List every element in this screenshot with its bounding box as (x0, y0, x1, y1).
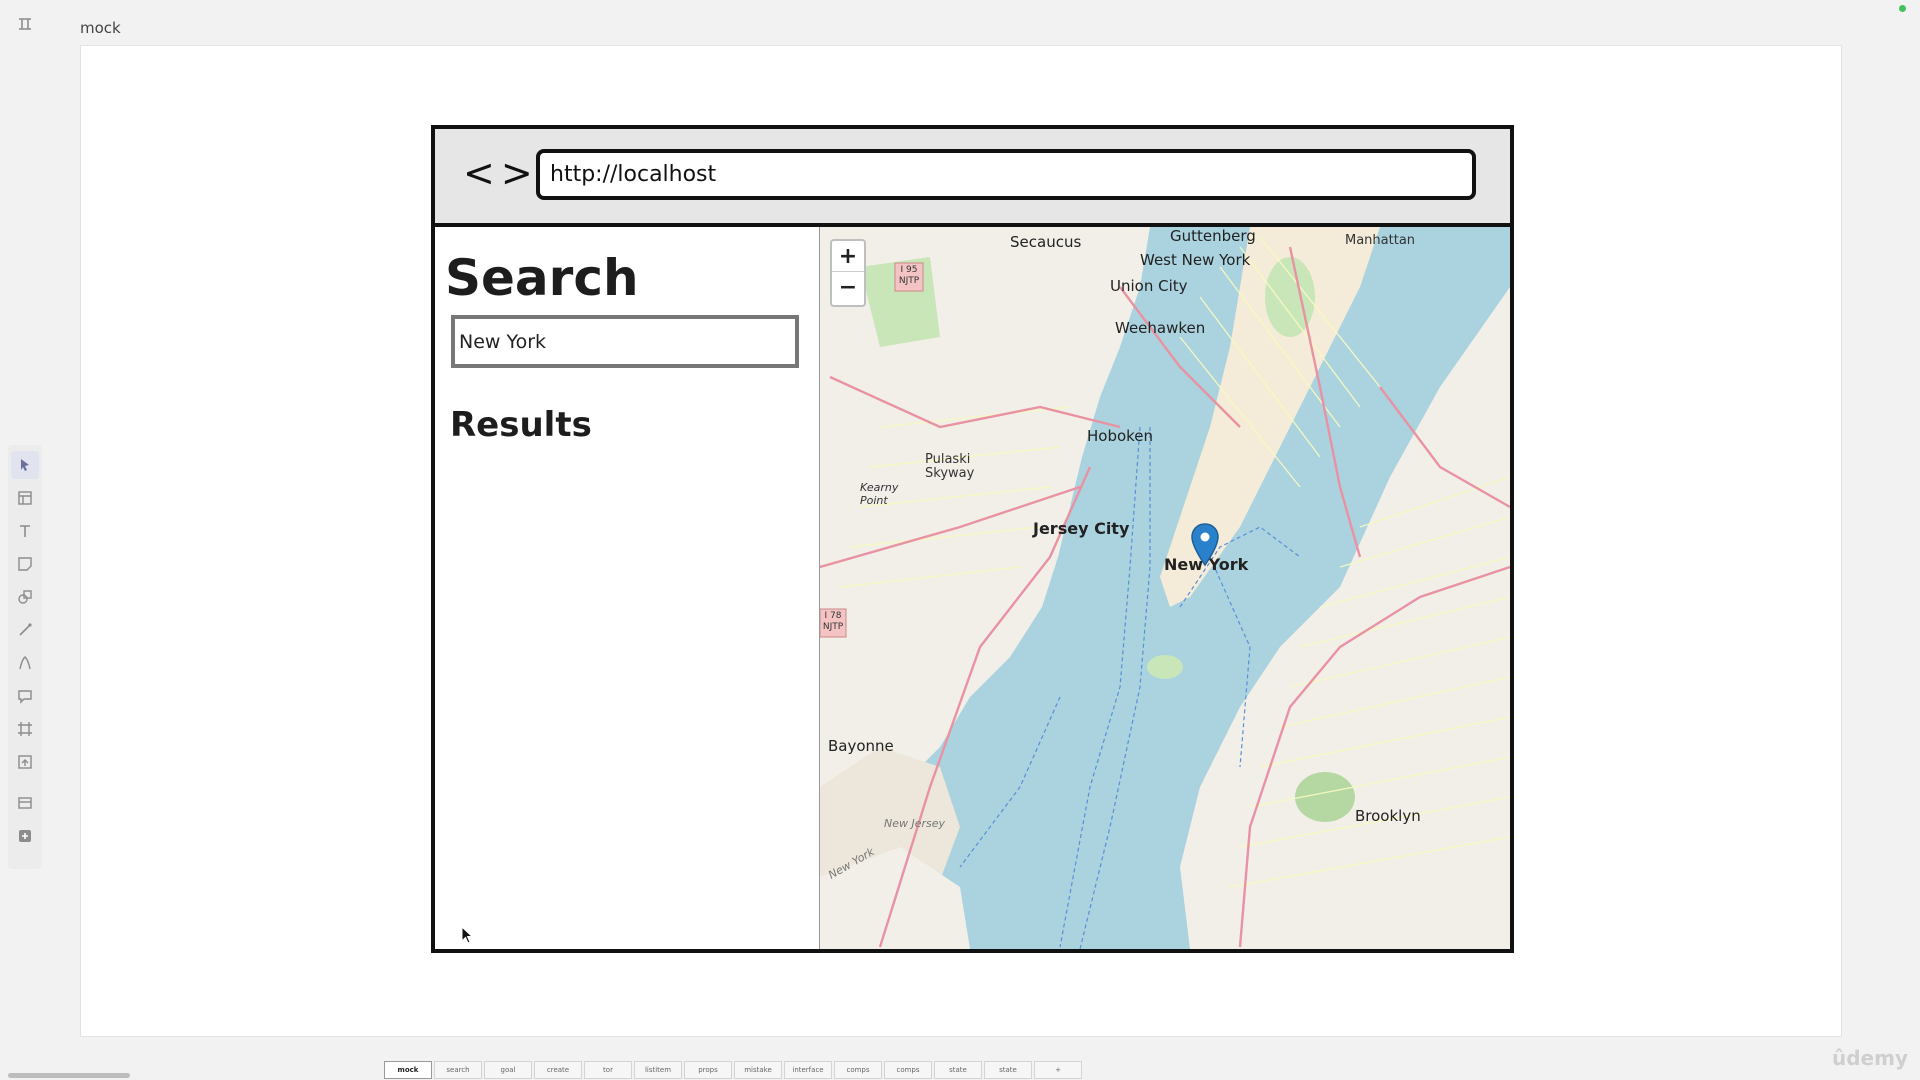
map-label-guttenberg: Guttenberg (1170, 227, 1256, 245)
map-label-pulaski-skyway: Pulaski Skyway (925, 452, 975, 481)
map-label-manhattan: Manhattan (1345, 233, 1416, 248)
browser-address-bar: <> http://localhost (435, 129, 1510, 227)
page-tab-comps-1[interactable]: comps (834, 1061, 882, 1079)
connector-tool-icon[interactable] (11, 616, 39, 644)
text-tool-icon[interactable] (11, 517, 39, 545)
add-tool-icon[interactable] (11, 822, 39, 850)
search-input[interactable] (451, 315, 799, 368)
left-toolbar (8, 445, 42, 869)
status-indicator (1899, 5, 1906, 12)
map-label-weehawken: Weehawken (1115, 319, 1206, 337)
sticky-note-tool-icon[interactable] (11, 550, 39, 578)
map-label-jersey-city: Jersey City (1033, 519, 1130, 538)
page-tab-listitem[interactable]: listitem (634, 1061, 682, 1079)
page-tabs: mock search goal create tor listitem pro… (384, 1061, 1082, 1079)
comment-tool-icon[interactable] (11, 682, 39, 710)
mouse-cursor-icon (461, 926, 474, 944)
map-label-union-city: Union City (1110, 277, 1188, 295)
forward-icon[interactable]: > (501, 151, 539, 195)
page-tab-mistake[interactable]: mistake (734, 1061, 782, 1079)
page-tab-goal[interactable]: goal (484, 1061, 532, 1079)
location-marker-icon[interactable] (1190, 523, 1220, 567)
zoom-in-button[interactable]: + (832, 241, 864, 271)
page-tab-props[interactable]: props (684, 1061, 732, 1079)
frame-label[interactable]: mock (80, 19, 121, 37)
page-tab-create[interactable]: create (534, 1061, 582, 1079)
highway-shield-i95: I 95 NJTP (898, 265, 920, 286)
zoom-control: + − (830, 239, 866, 307)
upload-tool-icon[interactable] (11, 748, 39, 776)
map-label-secaucus: Secaucus (1010, 233, 1082, 251)
nav-arrows: <> (463, 151, 539, 195)
back-icon[interactable]: < (463, 151, 501, 195)
map-label-brooklyn: Brooklyn (1355, 807, 1421, 825)
map-label-west-new-york: West New York (1140, 251, 1251, 269)
page-tab-state-2[interactable]: state (984, 1061, 1032, 1079)
page-tab-comps-2[interactable]: comps (884, 1061, 932, 1079)
shapes-tool-icon[interactable] (11, 583, 39, 611)
frame-tool-icon[interactable] (11, 715, 39, 743)
url-field[interactable]: http://localhost (536, 149, 1476, 200)
frame-tool-icon[interactable] (10, 10, 40, 38)
map-view[interactable]: + − Secaucus Guttenberg Manhattan West N… (819, 227, 1510, 949)
zoom-out-button[interactable]: − (832, 271, 864, 302)
map-label-kearny-point: Kearny Point (860, 481, 899, 507)
map-label-bayonne: Bayonne (828, 737, 894, 755)
page-tab-interface[interactable]: interface (784, 1061, 832, 1079)
layout-tool-icon[interactable] (11, 484, 39, 512)
mock-browser-window: <> http://localhost Search Results (431, 125, 1514, 953)
horizontal-scrollbar[interactable] (8, 1073, 130, 1078)
select-tool-icon[interactable] (11, 451, 39, 479)
page-tab-state-1[interactable]: state (934, 1061, 982, 1079)
grid-tool-icon[interactable] (11, 789, 39, 817)
page-tab-search[interactable]: search (434, 1061, 482, 1079)
search-heading: Search (445, 249, 639, 307)
map-label-new-jersey: New Jersey (884, 817, 946, 830)
page-tab-mock[interactable]: mock (384, 1061, 432, 1079)
map-label-hoboken: Hoboken (1087, 427, 1154, 445)
search-sidebar: Search Results (435, 227, 819, 949)
page-tab-tor[interactable]: tor (584, 1061, 632, 1079)
highway-shield-i78: I 78 NJTP (822, 611, 844, 632)
udemy-watermark: ûdemy (1832, 1046, 1908, 1070)
pen-tool-icon[interactable] (11, 649, 39, 677)
add-page-button[interactable]: + (1034, 1061, 1082, 1079)
results-heading: Results (450, 405, 592, 445)
